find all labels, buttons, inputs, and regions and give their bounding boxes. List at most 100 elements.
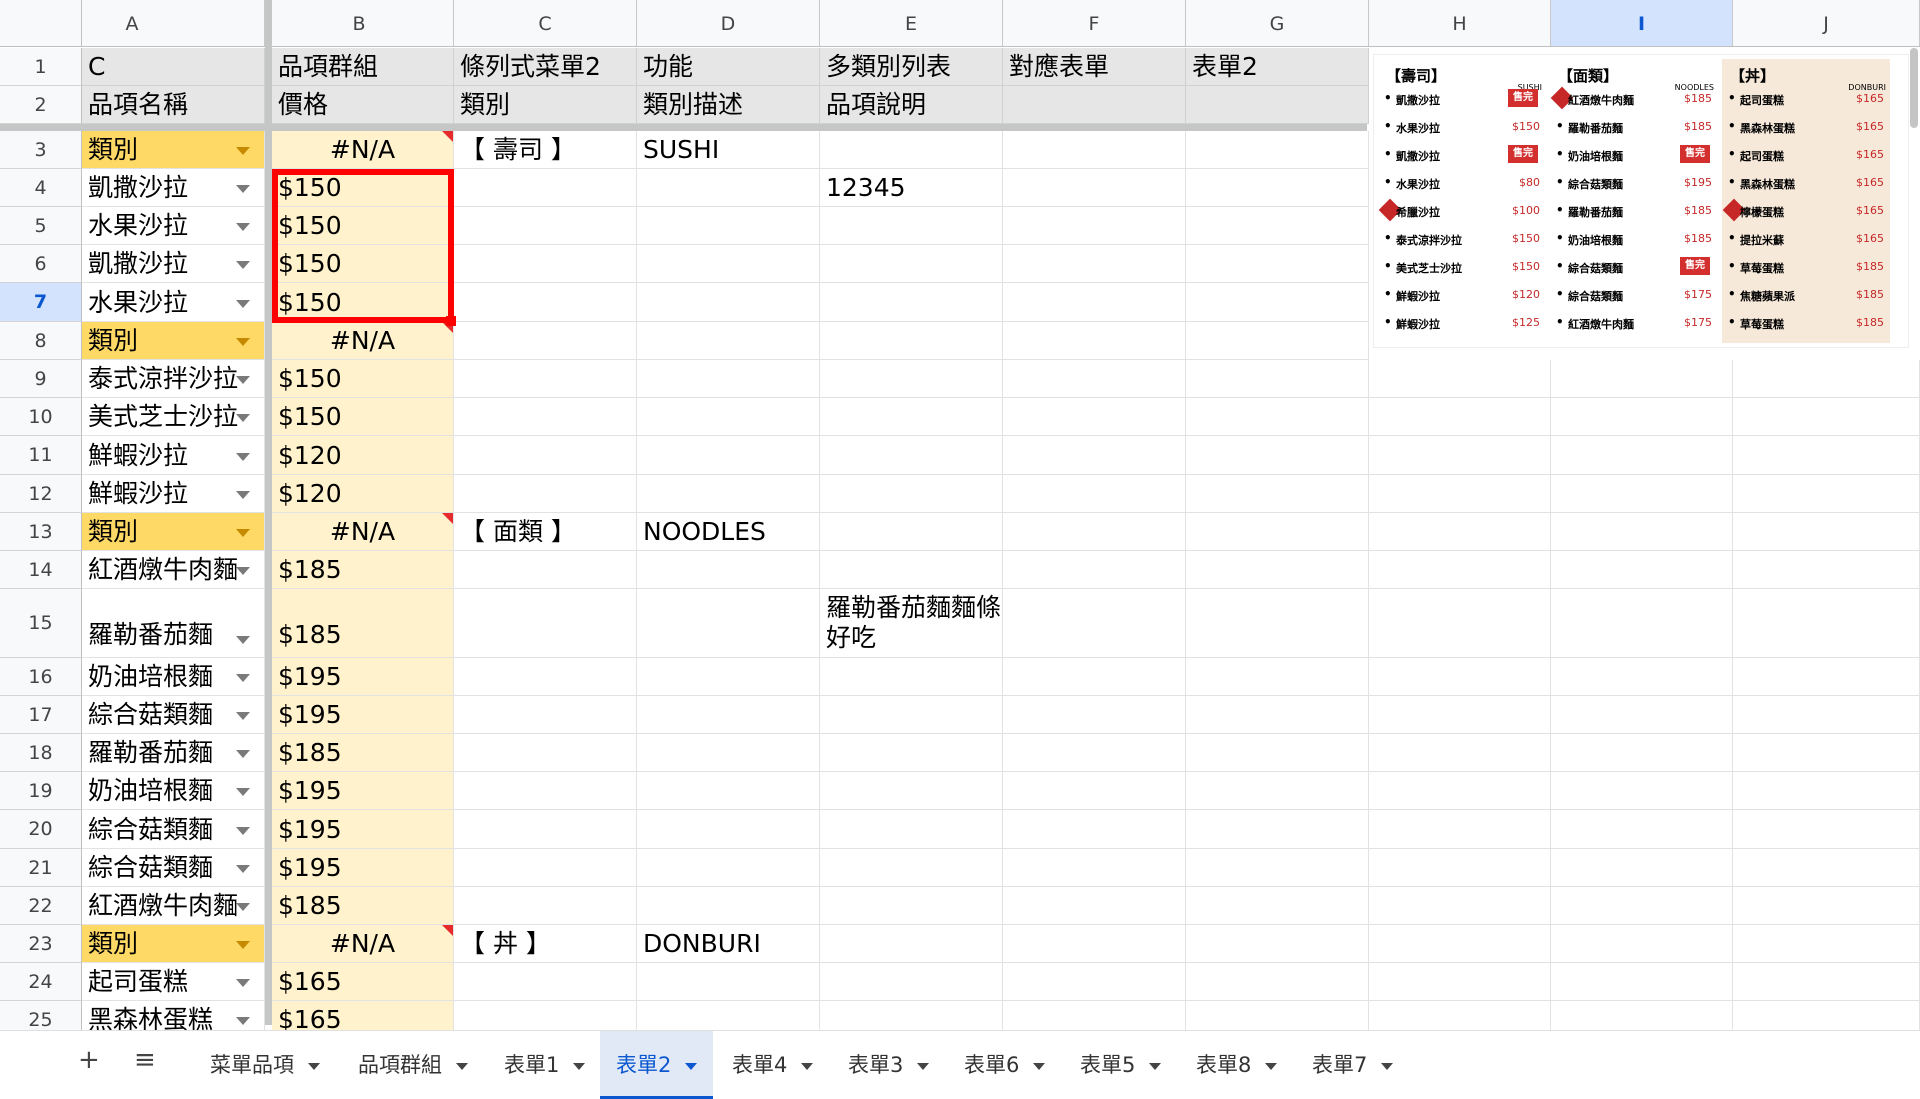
cell-c8[interactable] [454,322,637,360]
cell-a5[interactable]: 水果沙拉 [82,207,265,245]
column-header-d[interactable]: D [637,0,820,46]
cell-f24[interactable] [1003,963,1186,1001]
cell-g24[interactable] [1186,963,1369,1001]
sheet-tab-8[interactable]: 表單5 [1064,1031,1177,1099]
cell-h9[interactable] [1369,360,1551,398]
cell-g21[interactable] [1186,849,1369,887]
cell-f19[interactable] [1003,772,1186,810]
cell-e9[interactable] [820,360,1003,398]
cell-d11[interactable] [637,436,820,475]
cell-b11[interactable]: $120 [272,436,454,475]
embedded-menu-image[interactable]: 【壽司】 SUSHI • 凱撒沙拉 售完 • 水果沙拉 $150 • 凱撒沙拉 售完 • 水果沙拉 $80… [1373,54,1909,348]
cell-c9[interactable] [454,360,637,398]
cell-a23[interactable]: 類別 [82,925,265,963]
dropdown-chevron-icon[interactable] [236,1017,250,1025]
dropdown-chevron-icon[interactable] [236,185,250,193]
dropdown-chevron-icon[interactable] [236,979,250,987]
cell-b23[interactable]: #N/A [272,925,454,963]
cell-d24[interactable] [637,963,820,1001]
cell-f4[interactable] [1003,169,1186,207]
cell-c7[interactable] [454,283,637,322]
cell-b10[interactable]: $150 [272,398,454,436]
cell-g4[interactable] [1186,169,1369,207]
cell-f3[interactable] [1003,131,1186,169]
cell-a11[interactable]: 鮮蝦沙拉 [82,436,265,475]
dropdown-chevron-icon[interactable] [236,567,250,575]
cell-i13[interactable] [1551,513,1733,551]
column-header-e[interactable]: E [820,0,1003,46]
cell-d15[interactable] [637,589,820,658]
cell-f6[interactable] [1003,245,1186,283]
sheet-tab-7[interactable]: 表單6 [948,1031,1061,1099]
cell-c11[interactable] [454,436,637,475]
cell-f15[interactable] [1003,589,1186,658]
cell-i12[interactable] [1551,475,1733,513]
cell-e5[interactable] [820,207,1003,245]
dropdown-chevron-icon[interactable] [236,300,250,308]
cell-c5[interactable] [454,207,637,245]
dropdown-chevron-icon[interactable] [236,674,250,682]
cell-a2[interactable]: 品項名稱 [82,86,265,124]
row-header-8[interactable]: 8 [0,322,82,360]
dropdown-chevron-icon[interactable] [236,414,250,422]
cell-f17[interactable] [1003,696,1186,734]
row-header-15[interactable]: 15 [0,589,82,658]
cell-b17[interactable]: $195 [272,696,454,734]
cell-f18[interactable] [1003,734,1186,772]
row-header-5[interactable]: 5 [0,207,82,245]
cell-g8[interactable] [1186,322,1369,360]
row-header-21[interactable]: 21 [0,849,82,887]
cell-c23[interactable]: 【 丼 】 [454,925,637,963]
cell-b16[interactable]: $195 [272,658,454,696]
chevron-down-icon[interactable] [1265,1062,1278,1070]
cell-f5[interactable] [1003,207,1186,245]
cell-j20[interactable] [1733,810,1920,849]
chevron-down-icon[interactable] [1033,1062,1046,1070]
cell-e16[interactable] [820,658,1003,696]
cell-h23[interactable] [1369,925,1551,963]
dropdown-chevron-icon[interactable] [236,750,250,758]
cell-d16[interactable] [637,658,820,696]
cell-h24[interactable] [1369,963,1551,1001]
cell-h11[interactable] [1369,436,1551,475]
sheet-tab-5[interactable]: 表單4 [716,1031,829,1099]
cell-g17[interactable] [1186,696,1369,734]
row-header-4[interactable]: 4 [0,169,82,207]
cell-d5[interactable] [637,207,820,245]
cell-h19[interactable] [1369,772,1551,810]
cell-j22[interactable] [1733,887,1920,925]
cell-h15[interactable] [1369,589,1551,658]
cell-i15[interactable] [1551,589,1733,658]
cell-g9[interactable] [1186,360,1369,398]
cell-a17[interactable]: 綜合菇類麵 [82,696,265,734]
cell-f9[interactable] [1003,360,1186,398]
cell-d17[interactable] [637,696,820,734]
cell-h17[interactable] [1369,696,1551,734]
dropdown-chevron-icon[interactable] [236,636,250,644]
column-header-c[interactable]: C [454,0,637,46]
cell-a19[interactable]: 奶油培根麵 [82,772,265,810]
cell-d10[interactable] [637,398,820,436]
row-header-12[interactable]: 12 [0,475,82,513]
cell-d22[interactable] [637,887,820,925]
cell-a21[interactable]: 綜合菇類麵 [82,849,265,887]
cell-d21[interactable] [637,849,820,887]
cell-c24[interactable] [454,963,637,1001]
freeze-column-bar[interactable] [265,0,272,1025]
cell-b1[interactable]: 品項群組 [272,48,454,86]
cell-i10[interactable] [1551,398,1733,436]
cell-d1[interactable]: 功能 [637,48,820,86]
cell-a12[interactable]: 鮮蝦沙拉 [82,475,265,513]
cell-f23[interactable] [1003,925,1186,963]
cell-b20[interactable]: $195 [272,810,454,849]
cell-j19[interactable] [1733,772,1920,810]
cell-g15[interactable] [1186,589,1369,658]
row-header-22[interactable]: 22 [0,887,82,925]
column-header-h[interactable]: H [1369,0,1551,46]
cell-a16[interactable]: 奶油培根麵 [82,658,265,696]
cell-g6[interactable] [1186,245,1369,283]
cell-d13[interactable]: NOODLES [637,513,820,551]
cell-c10[interactable] [454,398,637,436]
row-header-11[interactable]: 11 [0,436,82,475]
cell-i9[interactable] [1551,360,1733,398]
